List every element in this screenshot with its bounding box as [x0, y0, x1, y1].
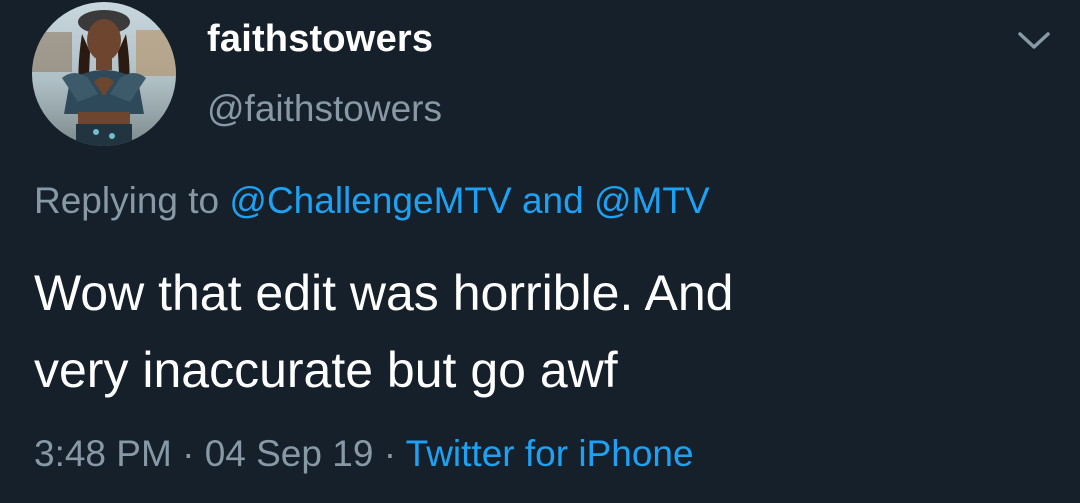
tweet-text-line-1: Wow that edit was horrible. And — [34, 265, 734, 321]
tweet-text-line-2: very inaccurate but go awf — [34, 342, 618, 398]
mention-mtv[interactable]: @MTV — [594, 180, 710, 221]
meta-separator: · — [383, 433, 397, 474]
tweet-text: Wow that edit was horrible. And very ina… — [34, 255, 1034, 409]
avatar-image — [32, 2, 176, 146]
chevron-down-icon[interactable] — [1012, 22, 1056, 62]
replying-to-line: Replying to @ChallengeMTV and @MTV — [34, 180, 710, 222]
display-name[interactable]: faithstowers — [207, 18, 433, 61]
tweet-meta: 3:48 PM · 04 Sep 19 · Twitter for iPhone — [34, 433, 694, 475]
mention-challengemtv[interactable]: @ChallengeMTV — [229, 180, 511, 221]
tweet-date: 04 Sep 19 — [204, 433, 374, 474]
tweet-source-link[interactable]: Twitter for iPhone — [406, 433, 694, 474]
tweet-time: 3:48 PM — [34, 433, 172, 474]
replying-to-label: Replying to — [34, 180, 220, 221]
meta-separator: · — [182, 433, 195, 474]
avatar[interactable] — [32, 2, 176, 146]
user-handle[interactable]: @faithstowers — [207, 88, 442, 130]
tweet-card: faithstowers @faithstowers Replying to @… — [0, 0, 1080, 503]
replying-to-conjunction: and — [521, 180, 584, 221]
